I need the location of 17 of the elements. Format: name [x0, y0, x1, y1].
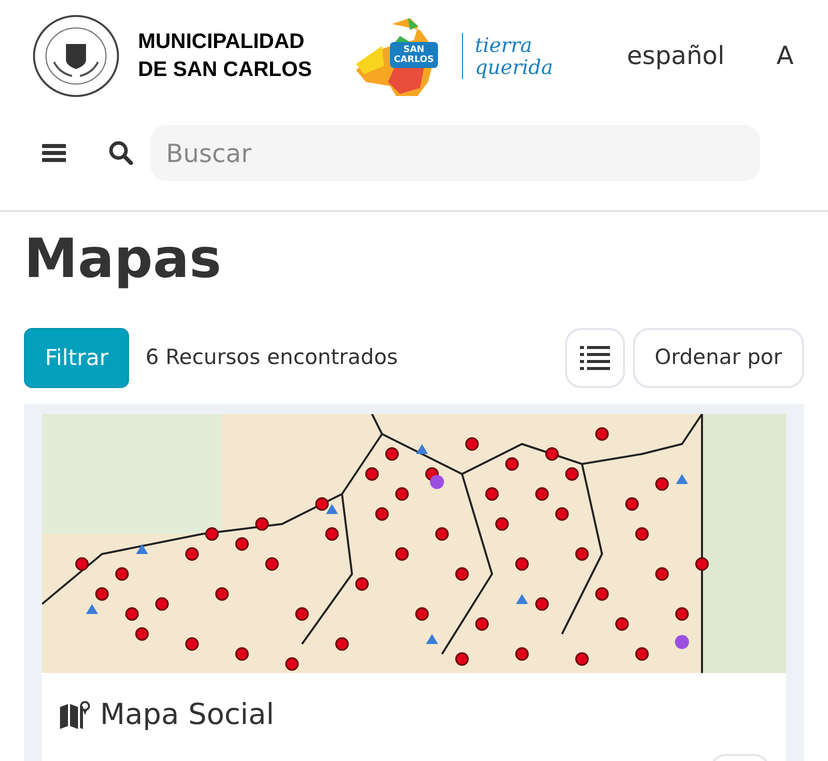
search-field[interactable]: Buscar: [150, 125, 760, 181]
list-icon: [580, 345, 610, 371]
organization-name: DE SAN CARLOS: [138, 57, 312, 83]
language-link[interactable]: A: [776, 37, 794, 75]
brand-badge: SAN CARLOS: [390, 42, 438, 68]
card-title: Mapa Social: [100, 696, 274, 733]
seal-logo-icon: [32, 14, 120, 98]
page-title: Mapas: [23, 226, 222, 292]
brand-slogan: tierra querida: [474, 34, 554, 78]
menu-icon[interactable]: [42, 143, 66, 163]
list-view-button[interactable]: [564, 328, 625, 388]
map-pin-icon: [60, 700, 90, 729]
language-link[interactable]: español: [626, 37, 725, 75]
search-icon[interactable]: [108, 140, 134, 166]
result-count: 6 Recursos encontrados: [145, 344, 398, 372]
organization-name: MUNICIPALIDAD: [138, 29, 306, 55]
sort-button[interactable]: Ordenar por: [632, 328, 804, 388]
